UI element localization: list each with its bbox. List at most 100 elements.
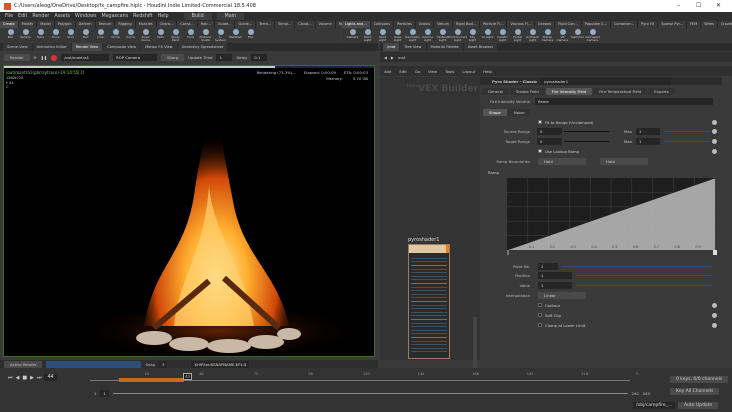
shelf-tool-gi-light[interactable]: GI Light xyxy=(481,28,494,43)
shelf-tool-volume-light[interactable]: Volume Light xyxy=(421,28,434,43)
shelf-tool-geometry-light[interactable]: Geometry Light xyxy=(405,28,420,43)
shelf-tab[interactable]: Sparse Pyr... xyxy=(658,21,687,28)
pane-tab[interactable]: Asset Browser xyxy=(463,43,498,51)
shelf-tool-path[interactable]: Path xyxy=(154,28,167,43)
shelf-tab[interactable]: Deform xyxy=(75,21,95,28)
target-min-slider[interactable] xyxy=(564,141,609,142)
soft-clip-checkbox[interactable] xyxy=(538,313,542,317)
ramp-key-1[interactable] xyxy=(713,250,717,255)
play-icon[interactable]: ▶ xyxy=(30,375,34,381)
menu-file[interactable]: File xyxy=(5,14,13,19)
shelf-tool-gamepad-camera[interactable]: Gamepad Camera xyxy=(585,28,600,43)
desktop-select[interactable]: Build xyxy=(183,13,212,20)
shelf-tab[interactable]: Hair... xyxy=(197,21,214,28)
shelf-tab[interactable]: Lights and... xyxy=(342,21,370,28)
stop-icon[interactable] xyxy=(51,54,58,61)
shelf-tab[interactable]: Oceans xyxy=(535,21,555,28)
auto-update-button[interactable]: Auto Update xyxy=(678,402,719,409)
gear-icon[interactable] xyxy=(712,312,717,318)
clamp-checkbox[interactable] xyxy=(538,323,542,327)
menu-windows[interactable]: Windows xyxy=(75,14,96,19)
keys-channels-button[interactable]: 0 keys, 0/0 channels xyxy=(670,376,729,383)
shelf-tool-camera[interactable]: Camera xyxy=(346,28,359,43)
shelf-tab[interactable]: Particles xyxy=(394,21,415,28)
shelf-tab[interactable]: Volume xyxy=(315,21,335,28)
pane-tab[interactable]: Motion FX View xyxy=(141,43,177,51)
shelf-tab[interactable]: Texture xyxy=(95,21,115,28)
source-min-field[interactable]: 0 xyxy=(537,127,562,135)
shelf-tool-area-light[interactable]: Area Light xyxy=(391,28,404,43)
shelf-tool-circle[interactable]: Circle xyxy=(109,28,122,43)
value-slider[interactable] xyxy=(576,285,712,286)
shelf-tab[interactable]: Const... xyxy=(177,21,197,28)
camera-field[interactable]: ROP Camera xyxy=(113,54,158,61)
shelf-tab[interactable]: Guide... xyxy=(235,21,256,28)
range-end-field[interactable]: 240 xyxy=(632,391,639,396)
param-subtab[interactable]: Shape xyxy=(483,108,507,116)
shelf-tab[interactable]: Fluid Con... xyxy=(555,21,581,28)
render-button[interactable]: Render xyxy=(4,54,30,61)
shelf-tool-torus[interactable]: Torus xyxy=(49,28,62,43)
stop-icon[interactable]: ■ xyxy=(22,375,27,381)
menu-megascans[interactable]: Megascans xyxy=(101,14,128,19)
shelf-tab[interactable]: Rigid Bod... xyxy=(453,21,480,28)
gear-icon[interactable] xyxy=(712,128,717,134)
shelf-tab[interactable]: Polygon xyxy=(54,21,75,28)
render-slider[interactable] xyxy=(46,360,142,368)
update-time-field[interactable]: 1 xyxy=(216,54,233,61)
gear-icon[interactable] xyxy=(712,322,717,328)
shelf-tool-vr-camera[interactable]: VR Camera xyxy=(556,28,569,43)
network-menu-item[interactable]: Add xyxy=(384,69,391,74)
network-menu-item[interactable]: Tools xyxy=(445,69,454,74)
shelf-tab[interactable]: Populate C... xyxy=(581,21,610,28)
param-subtab[interactable]: Noise xyxy=(507,108,531,116)
frame-field[interactable]: 44 xyxy=(44,374,57,381)
pane-tab[interactable]: Scene View xyxy=(3,43,32,51)
shelf-tab[interactable]: Create xyxy=(0,21,18,28)
network-path[interactable]: mat xyxy=(398,55,406,60)
network-menu-item[interactable]: Help xyxy=(483,69,492,74)
snap-button[interactable]: Sharp xyxy=(161,54,185,61)
target-max-field[interactable]: 1 xyxy=(636,137,660,145)
shelf-tab[interactable]: Chara... xyxy=(156,21,177,28)
position-slider[interactable] xyxy=(576,275,712,276)
shelf-tool-caustic-light[interactable]: Caustic Light xyxy=(496,28,509,43)
shelf-tab[interactable]: Modify xyxy=(18,21,37,28)
ramp-key-0[interactable] xyxy=(507,250,509,255)
maximize-button[interactable]: ☐ xyxy=(696,2,701,9)
shelf-tab[interactable]: Muscles xyxy=(135,21,156,28)
shelf-tool-portal-light[interactable]: Portal Light xyxy=(511,28,524,43)
pane-tab[interactable]: Composite View xyxy=(103,43,141,51)
node-name-field[interactable]: pyroshader1 xyxy=(541,77,672,85)
rop-field[interactable]: /out/mantra1 xyxy=(61,54,110,61)
boundary-right-select[interactable]: Hold xyxy=(600,157,648,165)
shelf-tab[interactable]: Cloud... xyxy=(295,21,315,28)
pane-tab[interactable]: Render View xyxy=(71,43,103,51)
shelf-tab[interactable]: Pyro FX xyxy=(638,21,658,28)
gear-icon[interactable] xyxy=(712,119,717,125)
value-field[interactable]: 1 xyxy=(538,281,572,289)
network-menu-item[interactable]: Edit xyxy=(399,69,406,74)
shelf-tool-box[interactable]: Box xyxy=(4,28,17,43)
pause-icon[interactable]: ❚❚ xyxy=(41,55,47,60)
fire-volume-field[interactable]: flame xyxy=(535,97,713,105)
menu-redshift[interactable]: Redshift xyxy=(133,14,152,19)
output-path-field[interactable]: $HIP/ipr/$SNAPNAME.$F4.$ xyxy=(191,360,250,368)
position-field[interactable]: 1 xyxy=(538,271,572,279)
shelf-tab[interactable]: Rigging xyxy=(115,21,135,28)
shelf-tab[interactable]: Vellum xyxy=(434,21,453,28)
ramp-editor[interactable]: 0.1 0.2 0.3 0.4 0.5 0.6 0.7 0.8 0.9 xyxy=(507,178,717,258)
jump-start-icon[interactable]: ⏮ xyxy=(8,375,13,381)
shelf-tool-line[interactable]: Line xyxy=(94,28,107,43)
shelf-tool-ambient-light[interactable]: Ambient Light xyxy=(526,28,539,43)
shelf-tab[interactable]: Model xyxy=(37,21,54,28)
source-max-slider[interactable] xyxy=(664,131,710,132)
range-slider[interactable] xyxy=(112,393,628,394)
shelf-tool-point-light[interactable]: Point Light xyxy=(361,28,374,43)
shelf-tool-spot-light[interactable]: Spot Light xyxy=(376,28,389,43)
shelf-tab[interactable]: Simpl... xyxy=(275,21,295,28)
shelf-tool-platonic-solids[interactable]: Platonic Solids xyxy=(199,28,212,43)
gear-icon[interactable] xyxy=(712,302,717,308)
minimize-button[interactable]: – xyxy=(677,2,680,9)
shelf-tool-grid[interactable]: Grid xyxy=(64,28,77,43)
